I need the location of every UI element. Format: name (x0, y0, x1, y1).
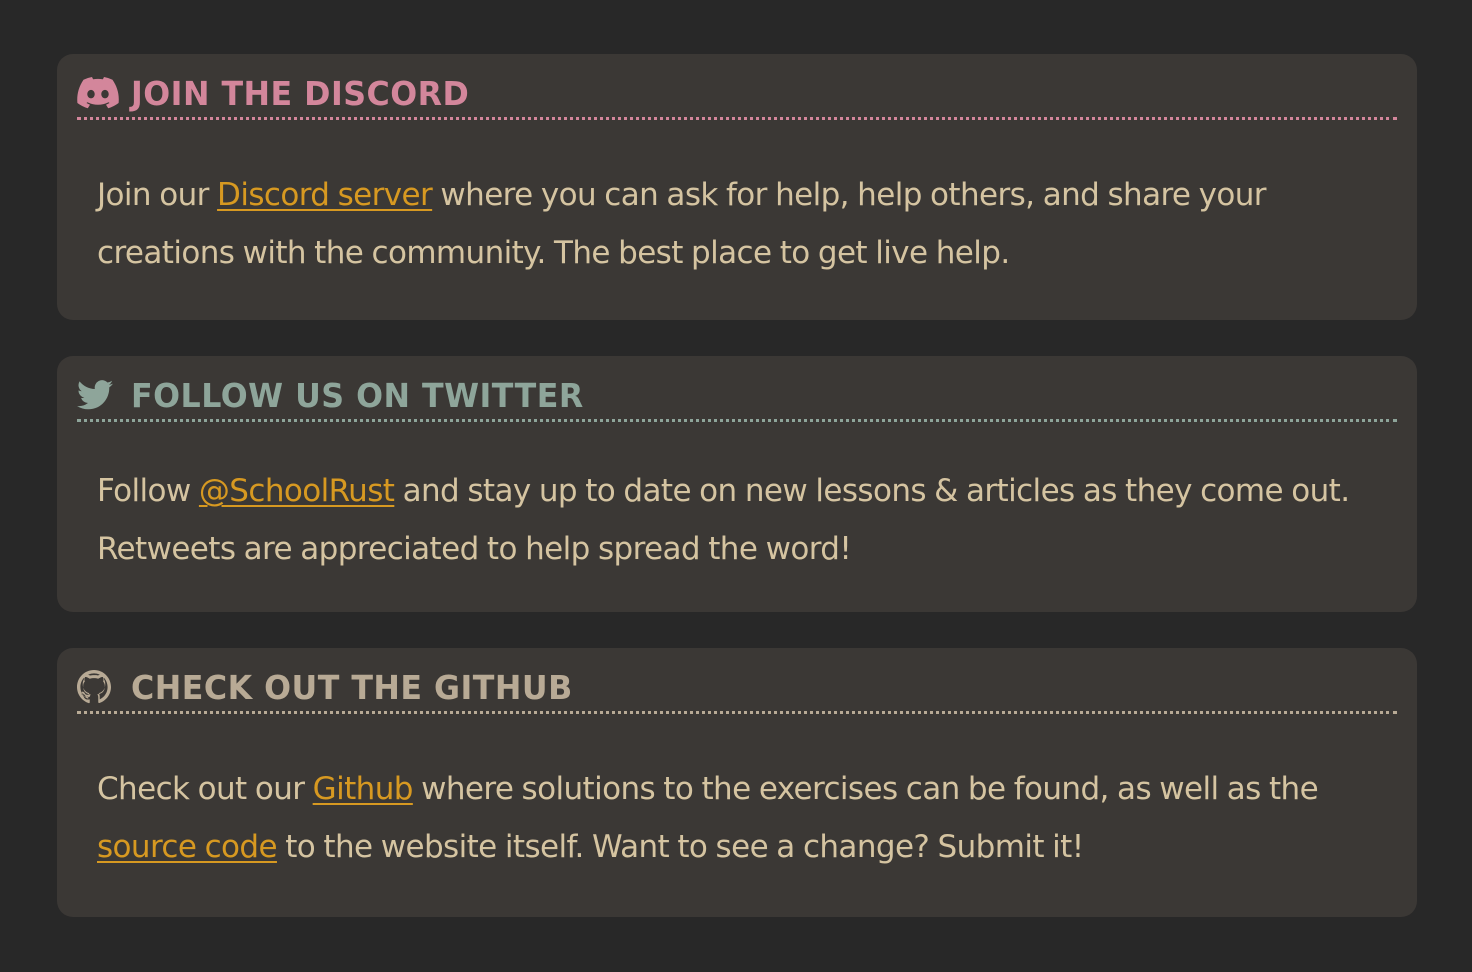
discord-card-header: Join the Discord (77, 54, 1397, 120)
github-text-before: Check out our (97, 771, 313, 807)
discord-text-before: Join our (97, 177, 218, 213)
discord-description: Join our Discord server where you can as… (97, 166, 1387, 282)
discord-icon (77, 73, 121, 113)
discord-server-link[interactable]: Discord server (217, 177, 433, 213)
twitter-description: Follow @SchoolRust and stay up to date o… (97, 462, 1387, 578)
github-card-title: Check out the Github (77, 667, 591, 707)
twitter-card-header: Follow us on Twitter (77, 356, 1397, 422)
discord-title-text: Join the Discord (131, 73, 470, 113)
github-text-middle: where solutions to the exercises can be … (412, 771, 1319, 807)
github-description: Check out our Github where solutions to … (97, 760, 1387, 876)
twitter-card-title: Follow us on Twitter (77, 375, 603, 415)
discord-card: Join the Discord Join our Discord server… (57, 54, 1417, 320)
github-title-text: Check out the Github (131, 667, 573, 707)
discord-card-title: Join the Discord (77, 73, 483, 113)
github-card-header: Check out the Github (77, 648, 1397, 714)
source-code-link[interactable]: source code (97, 829, 278, 865)
github-card: Check out the Github Check out our Githu… (57, 648, 1417, 917)
twitter-handle-link[interactable]: @SchoolRust (199, 473, 395, 509)
github-text-after: to the website itself. Want to see a cha… (276, 829, 1084, 865)
twitter-card: Follow us on Twitter Follow @SchoolRust … (57, 356, 1417, 612)
twitter-text-before: Follow (97, 473, 199, 509)
twitter-title-text: Follow us on Twitter (131, 375, 584, 415)
twitter-icon (77, 375, 121, 415)
github-link[interactable]: Github (313, 771, 414, 807)
github-icon (77, 667, 121, 707)
